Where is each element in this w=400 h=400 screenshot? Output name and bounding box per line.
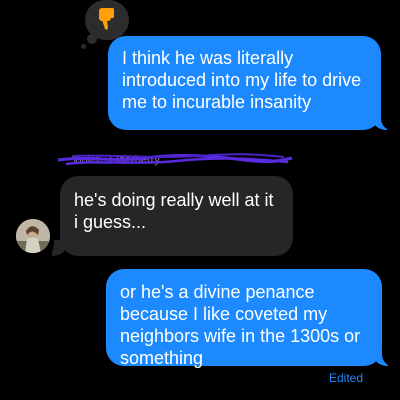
incoming-message-bubble[interactable]: he's doing really well at it i guess... bbox=[60, 176, 293, 256]
outgoing-message-bubble[interactable]: I think he was literally introduced into… bbox=[108, 36, 381, 130]
message-text: or he's a divine penance because I like … bbox=[120, 282, 361, 368]
message-text: I think he was literally introduced into… bbox=[122, 48, 362, 112]
edited-label[interactable]: Edited bbox=[329, 371, 363, 385]
contact-avatar[interactable] bbox=[16, 219, 50, 253]
outgoing-message-bubble[interactable]: or he's a divine penance because I like … bbox=[106, 269, 382, 368]
redaction-scribble bbox=[57, 153, 293, 166]
thumbs-down-icon bbox=[99, 8, 114, 30]
message-text: he's doing really well at it i guess... bbox=[74, 190, 274, 232]
tapback-reaction[interactable] bbox=[81, 0, 129, 49]
